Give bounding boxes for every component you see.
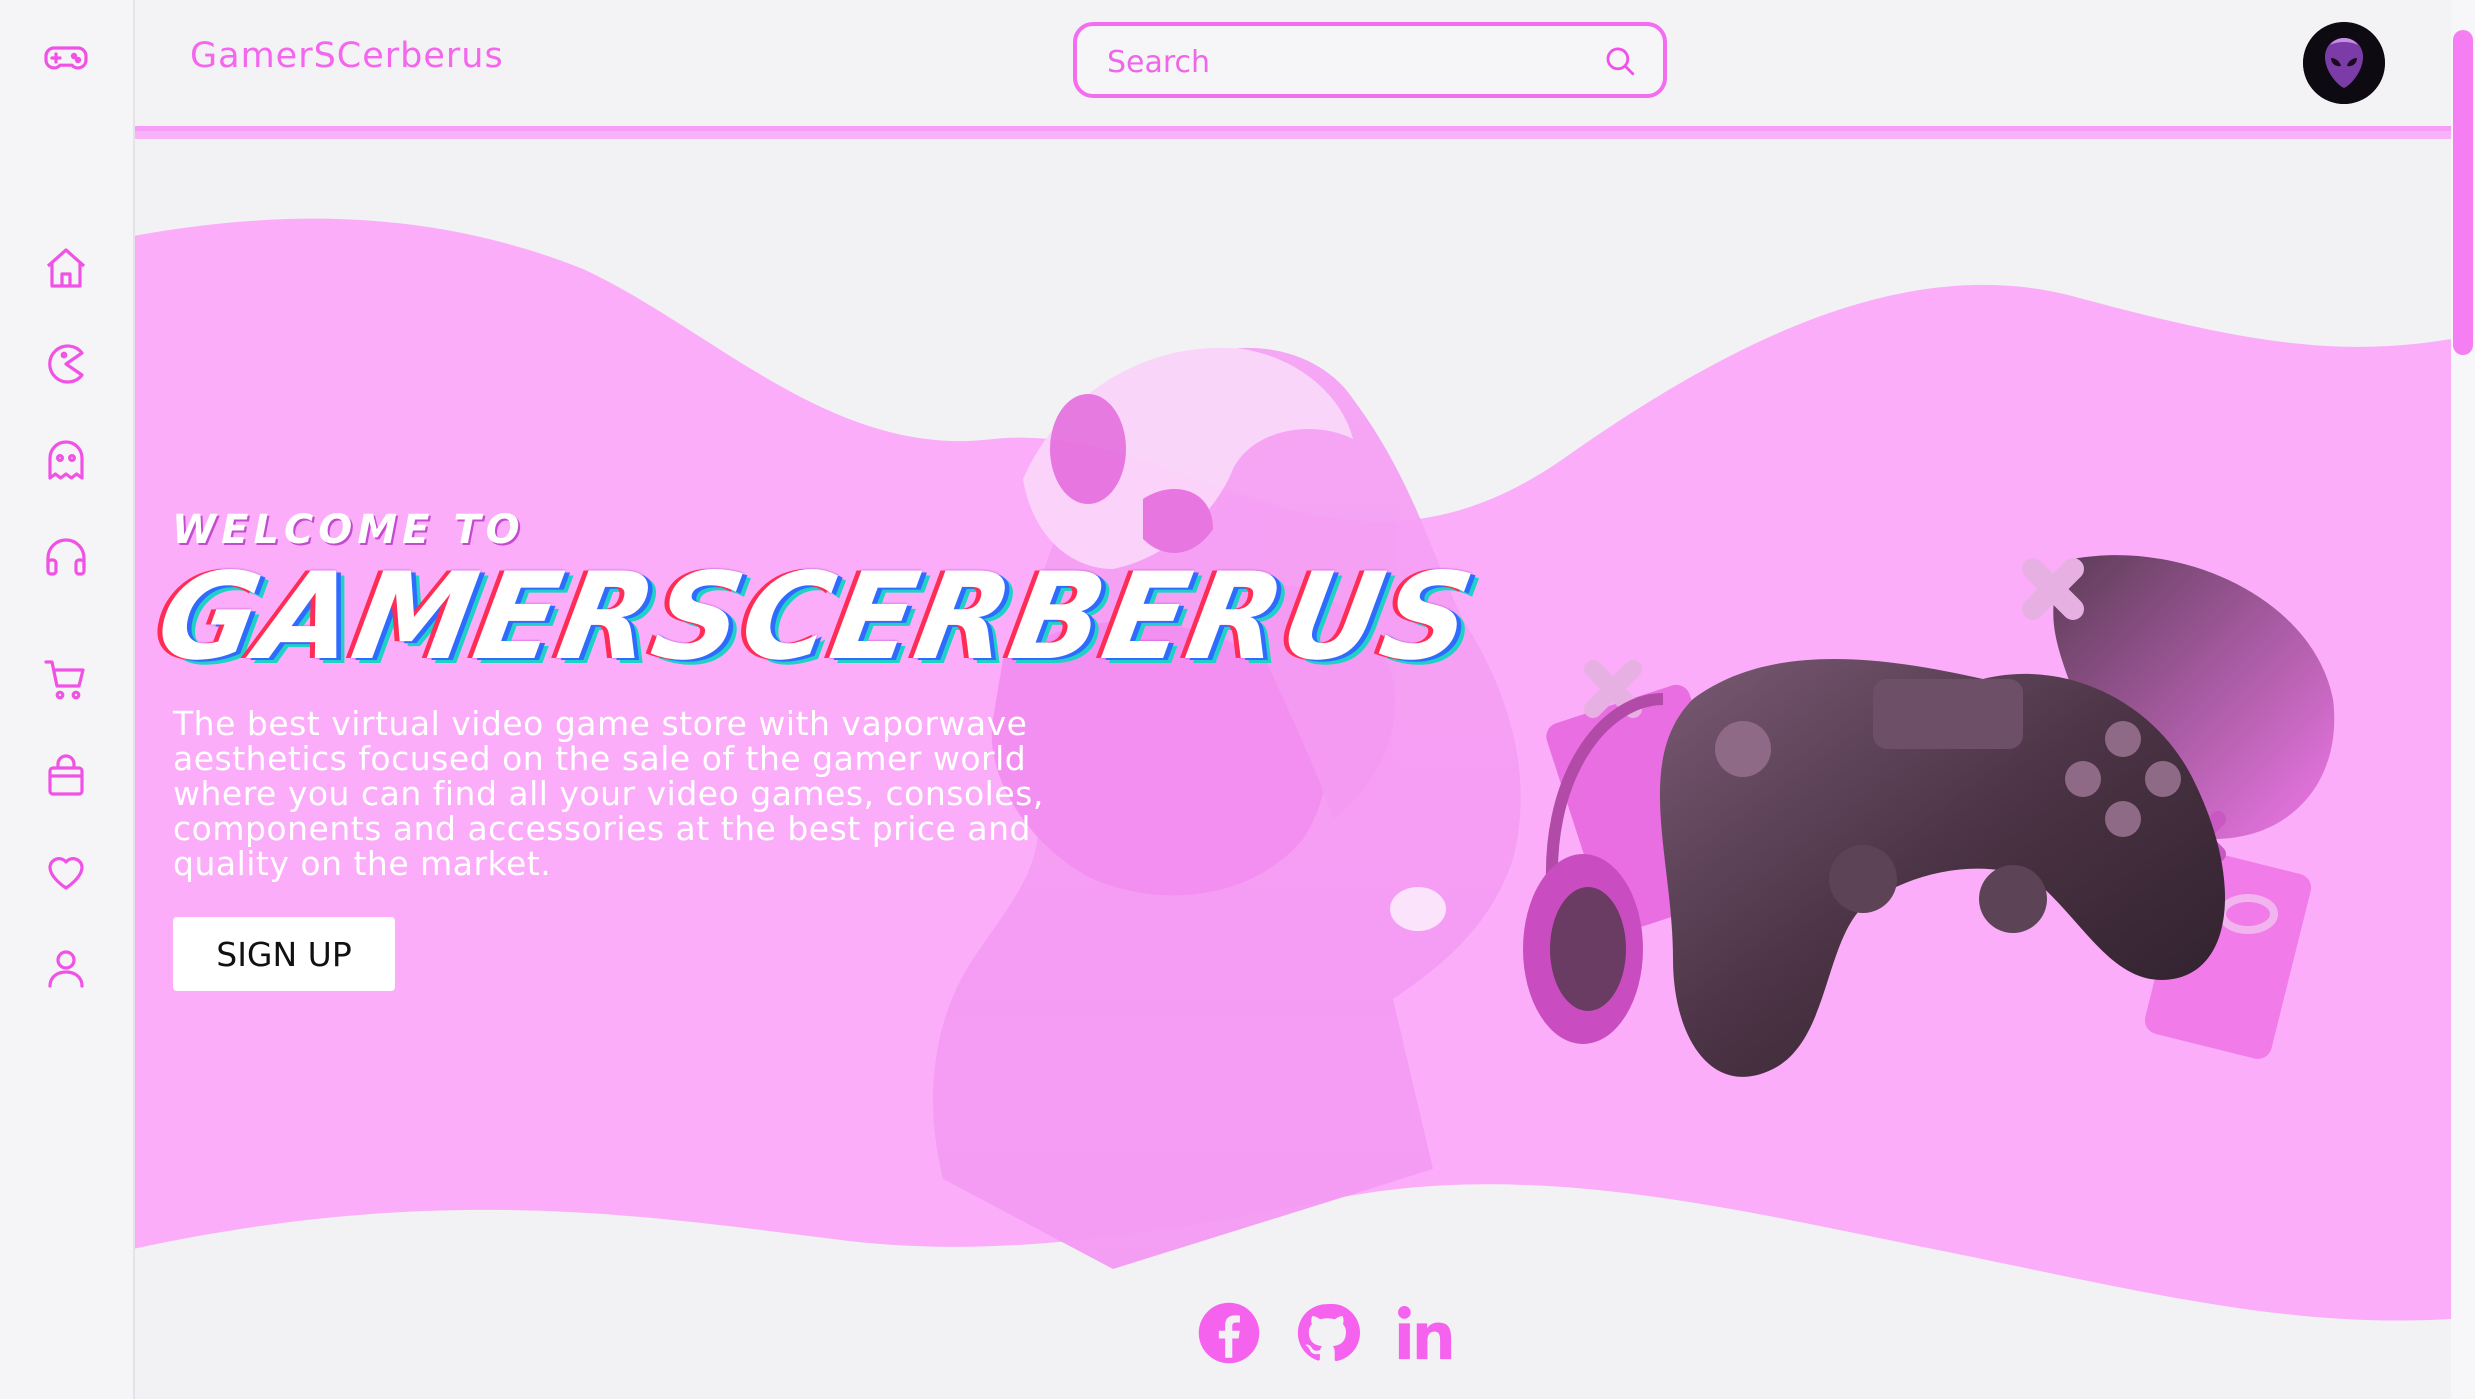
headphones-icon[interactable] <box>42 532 90 580</box>
hero-tagline: The best virtual video game store with v… <box>173 704 1044 883</box>
welcome-label: WELCOME TO <box>172 507 525 553</box>
heart-icon[interactable] <box>42 848 90 896</box>
search-box[interactable] <box>1073 22 1667 98</box>
github-icon[interactable] <box>1294 1300 1360 1366</box>
scrollbar-thumb[interactable] <box>2453 30 2473 355</box>
header-divider <box>135 131 2451 139</box>
scrollbar[interactable] <box>2451 0 2475 1399</box>
avatar[interactable] <box>2303 22 2385 104</box>
brand-name[interactable]: GamerSCerberus <box>190 36 504 76</box>
linkedin-icon[interactable] <box>1392 1300 1458 1366</box>
cart-icon[interactable] <box>42 656 90 704</box>
shopping-bag-icon[interactable] <box>42 752 90 800</box>
hero-title: GAMERSCERBERUS <box>147 548 1484 687</box>
search-input[interactable] <box>1105 44 1579 80</box>
user-icon[interactable] <box>42 944 90 992</box>
search-icon[interactable] <box>1603 44 1637 78</box>
sign-up-button[interactable]: SIGN UP <box>173 917 395 991</box>
home-icon[interactable] <box>42 244 90 292</box>
gamepad-icon[interactable] <box>42 34 90 82</box>
top-navbar: GamerSCerberus <box>135 0 2451 131</box>
ghost-icon[interactable] <box>42 436 90 484</box>
facebook-icon[interactable] <box>1196 1300 1262 1366</box>
sidebar <box>0 0 135 1399</box>
alien-icon <box>2303 22 2385 104</box>
pacman-icon[interactable] <box>42 340 90 388</box>
